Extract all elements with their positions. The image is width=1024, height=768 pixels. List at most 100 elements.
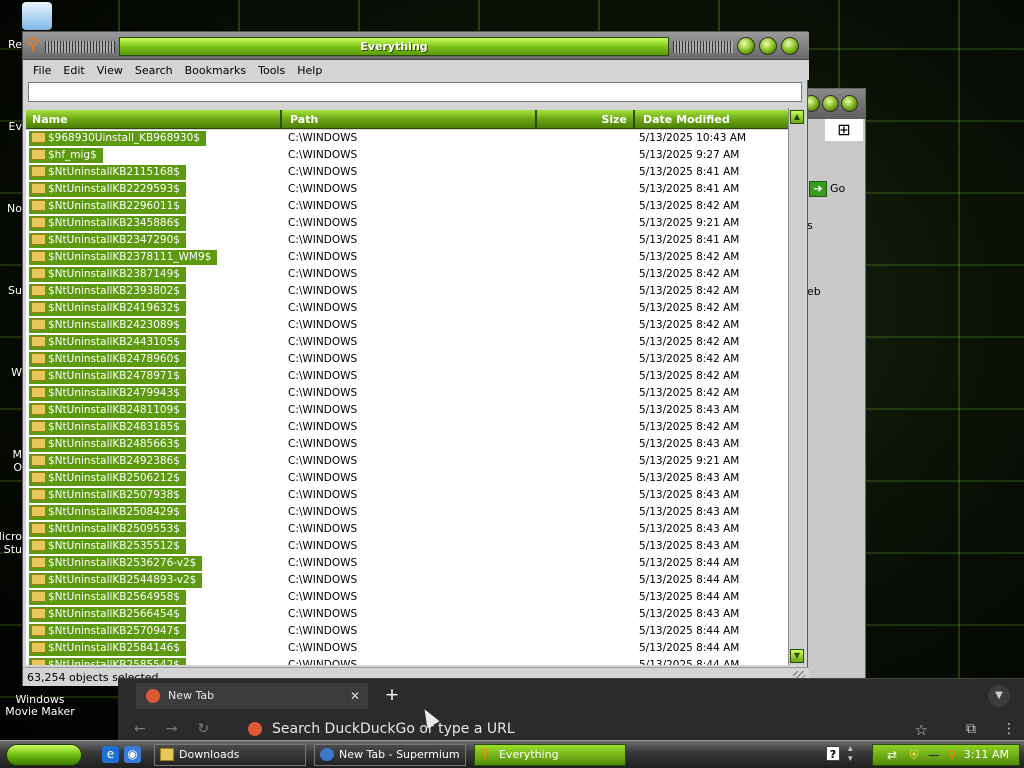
table-row[interactable]: $NtUninstallKB2566454$ C:\WINDOWS 5/13/202… <box>26 606 788 623</box>
task-supermium[interactable]: New Tab - Supermium <box>314 744 466 766</box>
table-row[interactable]: $NtUninstallKB2229593$ C:\WINDOWS 5/13/202… <box>26 181 788 198</box>
desktop-icon-label[interactable]: M <box>0 448 23 461</box>
close-icon[interactable] <box>841 95 858 112</box>
table-row[interactable]: $NtUninstallKB2478971$ C:\WINDOWS 5/13/202… <box>26 368 788 385</box>
table-row[interactable]: $NtUninstallKB2544893-v2$ C:\WINDOWS 5/13/… <box>26 572 788 589</box>
media-icon[interactable]: ◉ <box>124 746 141 763</box>
menu-item-tools[interactable]: Tools <box>252 64 291 77</box>
extensions-icon[interactable]: ⧉ <box>966 721 976 737</box>
table-row[interactable]: $NtUninstallKB2345886$ C:\WINDOWS 5/13/202… <box>26 215 788 232</box>
help-icon[interactable]: ? <box>826 746 840 761</box>
bookmark-star-icon[interactable]: ☆ <box>915 721 928 739</box>
table-row[interactable]: $NtUninstallKB2509553$ C:\WINDOWS 5/13/202… <box>26 521 788 538</box>
table-row[interactable]: $NtUninstallKB2387149$ C:\WINDOWS 5/13/202… <box>26 266 788 283</box>
desktop-icon-label[interactable]: W <box>0 366 22 379</box>
file-name-text: $NtUninstallKB2393802$ <box>48 285 180 297</box>
tab-close-icon[interactable]: ✕ <box>350 683 360 709</box>
table-row[interactable]: $NtUninstallKB2507938$ C:\WINDOWS 5/13/202… <box>26 487 788 504</box>
table-row[interactable]: $NtUninstallKB2481109$ C:\WINDOWS 5/13/202… <box>26 402 788 419</box>
file-date: 5/13/2025 9:21 AM <box>639 455 740 467</box>
desktop-icon-label[interactable]: Re <box>0 38 22 51</box>
new-tab-button[interactable]: + <box>380 683 404 707</box>
table-row[interactable]: $NtUninstallKB2508429$ C:\WINDOWS 5/13/202… <box>26 504 788 521</box>
scroll-down-icon[interactable]: ▼ <box>790 649 804 663</box>
file-path: C:\WINDOWS <box>288 489 358 501</box>
table-row[interactable]: $NtUninstallKB2483185$ C:\WINDOWS 5/13/202… <box>26 419 788 436</box>
everything-tray-icon[interactable]: ⚲ <box>945 748 959 762</box>
menu-item-view[interactable]: View <box>91 64 129 77</box>
browser-menu-icon[interactable]: ⋮ <box>1002 721 1016 737</box>
menu-item-help[interactable]: Help <box>291 64 328 77</box>
task-downloads[interactable]: Downloads <box>154 744 306 766</box>
internet-explorer-icon[interactable]: e <box>102 746 119 763</box>
reload-icon[interactable]: ↻ <box>197 721 229 737</box>
menu-item-file[interactable]: File <box>27 64 57 77</box>
maximize-icon[interactable] <box>759 37 777 55</box>
column-path[interactable]: Path <box>284 110 537 129</box>
table-row[interactable]: $NtUninstallKB2296011$ C:\WINDOWS 5/13/202… <box>26 198 788 215</box>
table-row[interactable]: $NtUninstallKB2506212$ C:\WINDOWS 5/13/202… <box>26 470 788 487</box>
desktop-icon-movie-maker[interactable]: Windows Movie Maker <box>0 694 80 718</box>
table-row[interactable]: $NtUninstallKB2564958$ C:\WINDOWS 5/13/202… <box>26 589 788 606</box>
security-shield-icon[interactable]: ⛨ <box>907 748 921 762</box>
table-row[interactable]: $NtUninstallKB2378111_WM9$ C:\WINDOWS 5/13… <box>26 249 788 266</box>
desktop-icon-label[interactable]: Stu <box>0 543 22 556</box>
table-row[interactable]: $NtUninstallKB2423089$ C:\WINDOWS 5/13/202… <box>26 317 788 334</box>
column-name[interactable]: Name <box>26 110 282 129</box>
search-input[interactable] <box>28 82 802 102</box>
column-date-modified[interactable]: Date Modified <box>637 110 787 129</box>
table-row[interactable]: $NtUninstallKB2478960$ C:\WINDOWS 5/13/202… <box>26 351 788 368</box>
table-row[interactable]: $NtUninstallKB2492386$ C:\WINDOWS 5/13/202… <box>26 453 788 470</box>
folder-icon <box>31 608 46 619</box>
address-bar[interactable]: Search DuckDuckGo or type a URL <box>240 717 940 741</box>
table-row[interactable]: $NtUninstallKB2347290$ C:\WINDOWS 5/13/202… <box>26 232 788 249</box>
folder-icon <box>31 557 46 568</box>
table-row[interactable]: $NtUninstallKB2585542$ C:\WINDOWS 5/13/202… <box>26 657 788 665</box>
table-row[interactable]: $NtUninstallKB2443105$ C:\WINDOWS 5/13/202… <box>26 334 788 351</box>
table-row[interactable]: $NtUninstallKB2393802$ C:\WINDOWS 5/13/202… <box>26 283 788 300</box>
volume-icon[interactable]: — <box>927 748 941 762</box>
table-row[interactable]: $NtUninstallKB2570947$ C:\WINDOWS 5/13/202… <box>26 623 788 640</box>
close-icon[interactable] <box>781 37 799 55</box>
start-button[interactable] <box>6 744 82 766</box>
file-name-text: $hf_mig$ <box>48 149 97 161</box>
table-row[interactable]: $NtUninstallKB2479943$ C:\WINDOWS 5/13/202… <box>26 385 788 402</box>
desktop-icon-label[interactable]: O <box>0 461 22 474</box>
maximize-icon[interactable] <box>822 95 839 112</box>
network-icon[interactable]: ⇄ <box>885 748 899 762</box>
browser-tab[interactable]: New Tab ✕ <box>136 683 368 709</box>
table-row[interactable]: $hf_mig$ C:\WINDOWS 5/13/2025 9:27 AM <box>26 147 788 164</box>
vertical-scrollbar[interactable]: ▲ ▼ <box>788 108 805 665</box>
minimize-icon[interactable] <box>737 37 755 55</box>
table-row[interactable]: $NtUninstallKB2115168$ C:\WINDOWS 5/13/202… <box>26 164 788 181</box>
desktop-icon-label[interactable]: No <box>0 202 22 215</box>
go-button[interactable]: ➜ Go <box>809 181 845 197</box>
file-path: C:\WINDOWS <box>288 523 358 535</box>
file-date: 5/13/2025 8:42 AM <box>639 319 740 331</box>
desktop-icon-label[interactable]: Su <box>0 284 22 297</box>
title-bar[interactable]: ⚲ Everything <box>23 32 809 60</box>
clock[interactable]: 3:11 AM <box>964 745 1009 765</box>
table-row[interactable]: $NtUninstallKB2419632$ C:\WINDOWS 5/13/202… <box>26 300 788 317</box>
tab-title: New Tab <box>168 689 215 702</box>
table-row[interactable]: $968930Uinstall_KB968930$ C:\WINDOWS 5/13/… <box>26 130 788 147</box>
background-window[interactable]: ⊞ ➜ Go s eb <box>800 88 866 688</box>
table-row[interactable]: $NtUninstallKB2485663$ C:\WINDOWS 5/13/202… <box>26 436 788 453</box>
desktop-icon-label[interactable]: Ev <box>0 120 22 133</box>
tray-toggle-icon[interactable]: ▴ ▾ <box>848 744 853 764</box>
table-row[interactable]: $NtUninstallKB2535512$ C:\WINDOWS 5/13/202… <box>26 538 788 555</box>
menu-item-edit[interactable]: Edit <box>57 64 90 77</box>
tab-search-icon[interactable]: ▼ <box>988 685 1010 707</box>
back-icon[interactable]: ← <box>134 721 166 737</box>
table-row[interactable]: $NtUninstallKB2584146$ C:\WINDOWS 5/13/202… <box>26 640 788 657</box>
recycle-bin-icon[interactable] <box>22 2 52 30</box>
task-everything[interactable]: ⚲ Everything <box>474 744 626 766</box>
forward-icon[interactable]: → <box>166 721 198 737</box>
folder-icon <box>31 200 46 211</box>
table-row[interactable]: $NtUninstallKB2536276-v2$ C:\WINDOWS 5/13/… <box>26 555 788 572</box>
column-size[interactable]: Size <box>539 110 635 129</box>
menu-item-search[interactable]: Search <box>129 64 179 77</box>
desktop-icon-label[interactable]: Micro <box>0 530 22 543</box>
scroll-up-icon[interactable]: ▲ <box>790 110 804 124</box>
menu-item-bookmarks[interactable]: Bookmarks <box>179 64 252 77</box>
